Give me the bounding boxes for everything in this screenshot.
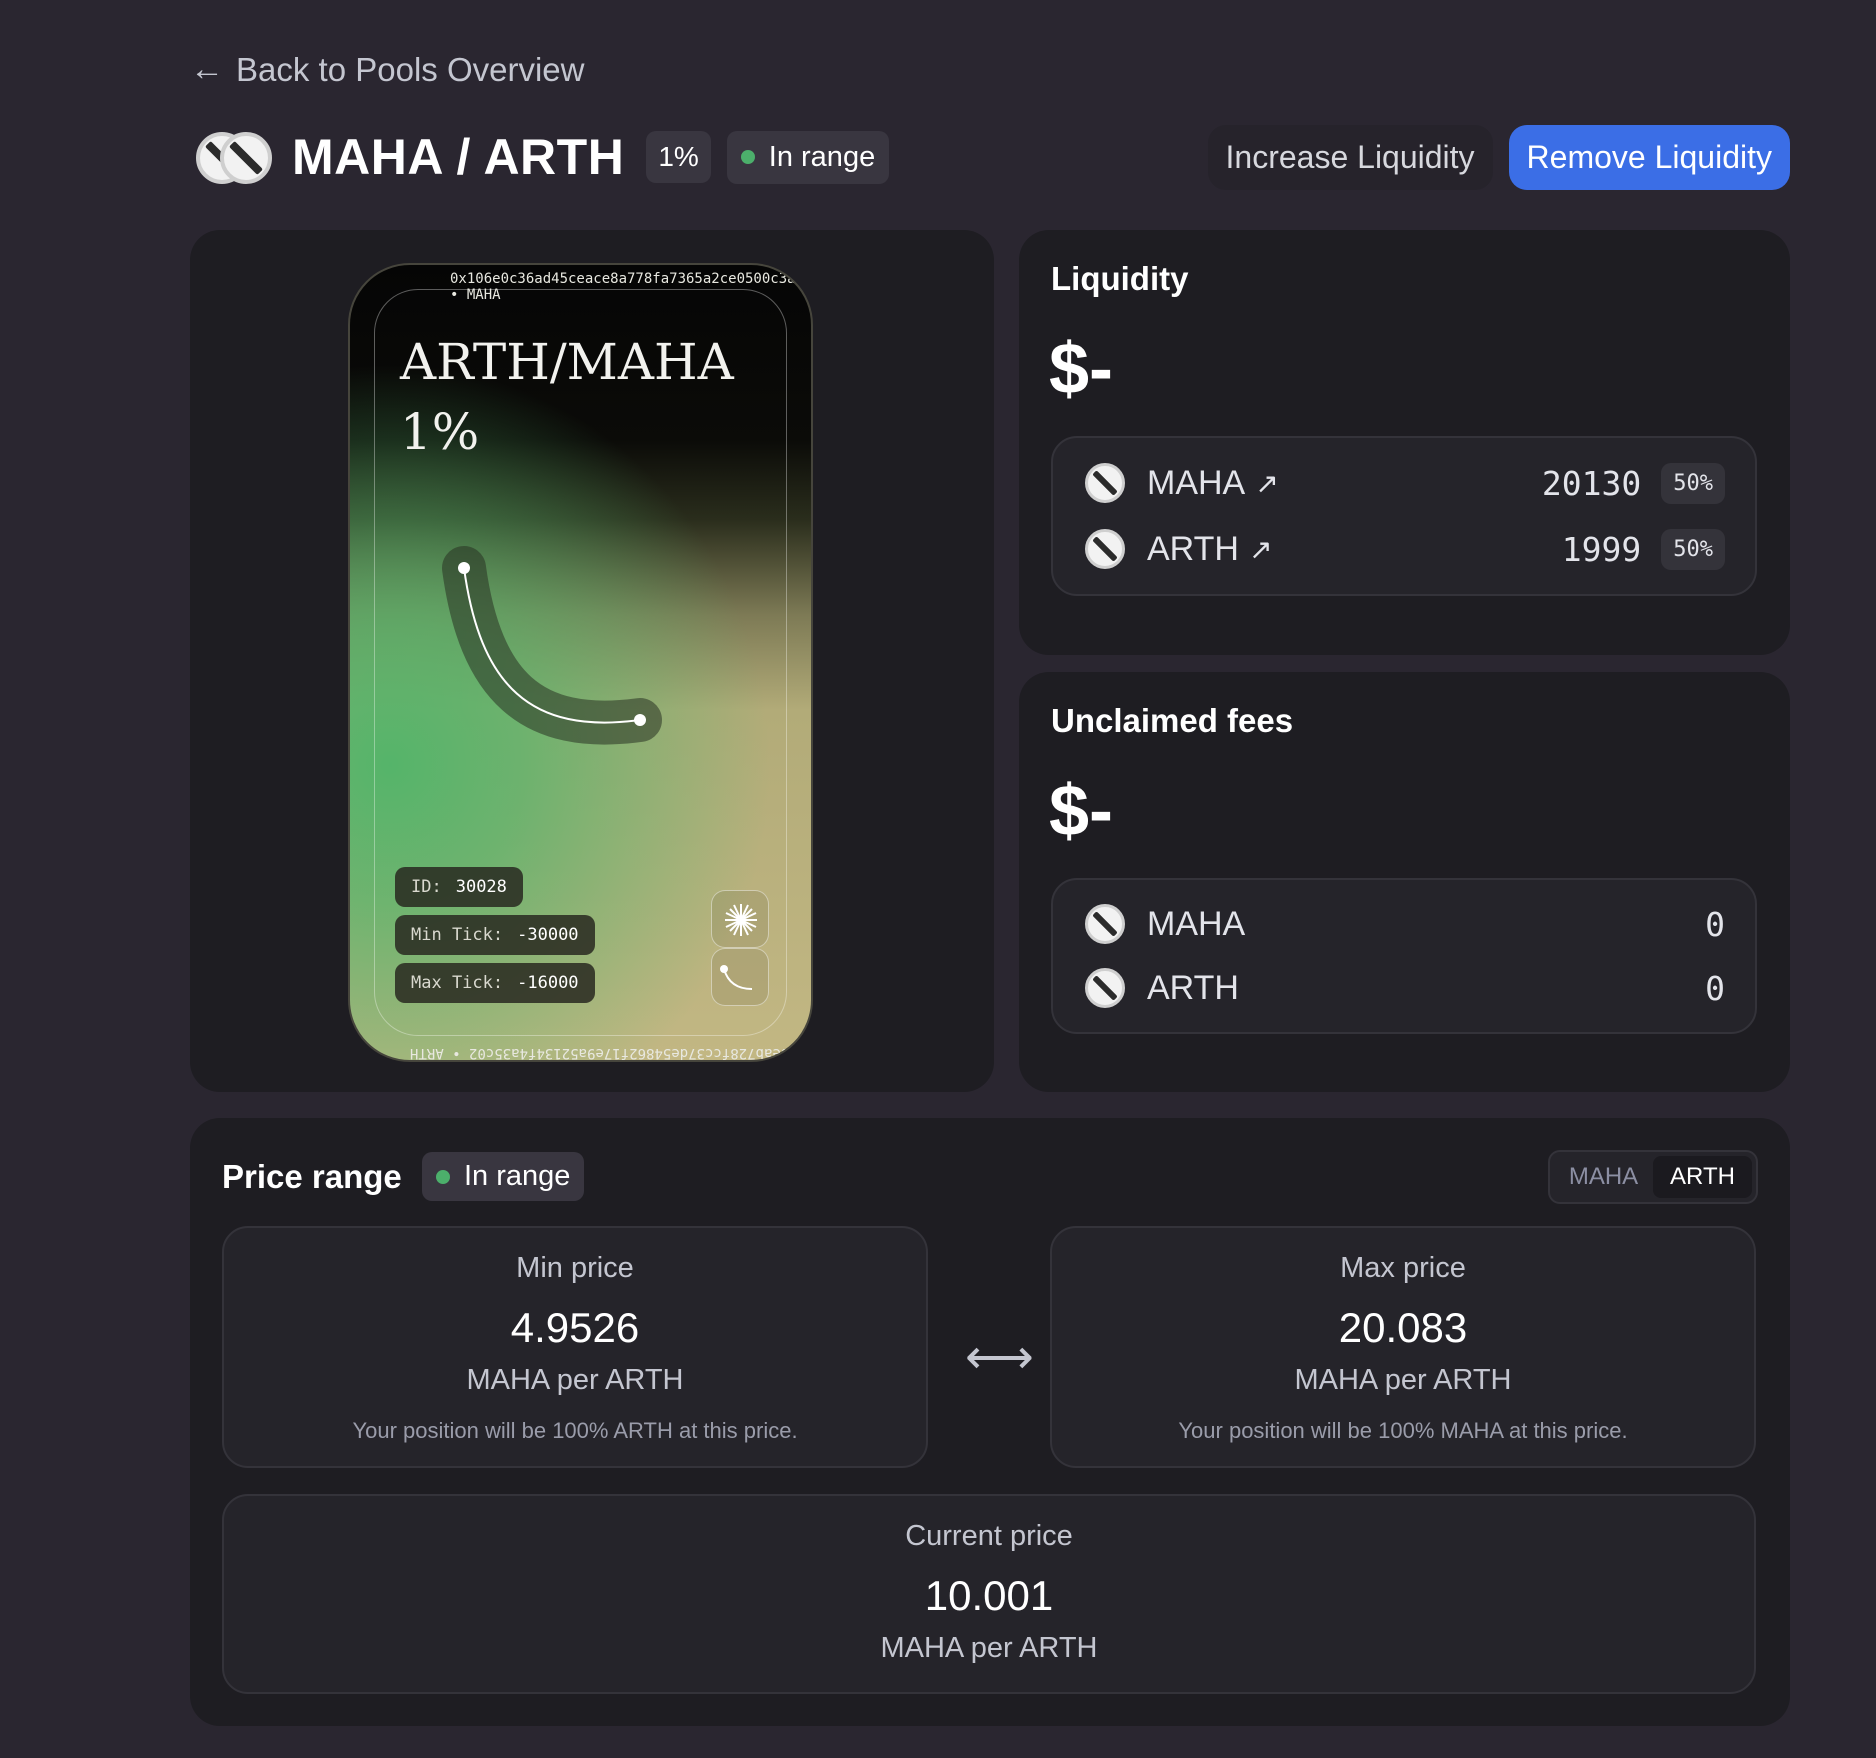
nft-min-tick-value: -30000 — [517, 925, 579, 945]
token-percent-badge: 50% — [1661, 462, 1725, 504]
fees-token-list: MAHA 0 ARTH 0 — [1051, 878, 1757, 1034]
nft-panel: 0x106e0c36ad45ceace8a778fa7365a2ce0500c3… — [190, 230, 994, 1092]
arth-token-icon — [1085, 529, 1125, 569]
list-item: ARTH 0 — [1085, 966, 1725, 1010]
list-item: MAHA 0 — [1085, 902, 1725, 946]
token-symbol: MAHA — [1147, 463, 1246, 502]
status-badge: In range — [422, 1152, 585, 1201]
min-price-label: Min price — [516, 1252, 634, 1284]
pair-icons — [196, 129, 272, 185]
nft-id-label: ID: — [411, 877, 442, 897]
fee-tier-badge: 1% — [646, 131, 711, 183]
toggle-maha[interactable]: MAHA — [1554, 1156, 1653, 1198]
external-link-icon[interactable]: ↗ — [1255, 467, 1278, 500]
liquidity-panel: Liquidity $- MAHA ↗ 20130 50% ARTH ↗ 199… — [1019, 230, 1790, 655]
min-price-value: 4.9526 — [510, 1304, 640, 1351]
unclaimed-fees-panel: Unclaimed fees $- MAHA 0 ARTH 0 — [1019, 672, 1790, 1092]
status-badge: In range — [726, 130, 890, 184]
in-range-dot-icon — [436, 1169, 450, 1184]
external-link-icon[interactable]: ↗ — [1249, 533, 1272, 566]
base-token-toggle: MAHA ARTH — [1548, 1150, 1758, 1204]
position-header: MAHA / ARTH 1% In range Increase Liquidi… — [196, 124, 1790, 190]
current-price-value: 10.001 — [924, 1572, 1054, 1619]
status-label: In range — [464, 1160, 571, 1192]
token-amount: 20130 — [1541, 463, 1642, 503]
maha-token-icon — [1085, 904, 1125, 944]
list-item: ARTH ↗ 1999 50% — [1085, 527, 1725, 571]
arth-token-icon — [220, 132, 272, 184]
nft-id-tag: ID: 30028 — [395, 867, 523, 907]
liquidity-value: $- — [1049, 329, 1114, 409]
liquidity-token-list: MAHA ↗ 20130 50% ARTH ↗ 1999 50% — [1051, 436, 1757, 596]
token-symbol: MAHA — [1147, 904, 1246, 943]
token-amount: 0 — [1705, 968, 1725, 1008]
nft-max-tick-value: -16000 — [517, 973, 579, 993]
increase-liquidity-button[interactable]: Increase Liquidity — [1207, 124, 1493, 190]
current-price-unit: MAHA per ARTH — [880, 1632, 1098, 1664]
arth-token-icon — [1085, 968, 1125, 1008]
min-price-unit: MAHA per ARTH — [466, 1364, 684, 1396]
max-price-value: 20.083 — [1338, 1304, 1468, 1351]
position-nft-card: 0x106e0c36ad45ceace8a778fa7365a2ce0500c3… — [348, 263, 813, 1062]
in-range-dot-icon — [740, 150, 755, 164]
toggle-arth[interactable]: ARTH — [1653, 1156, 1752, 1198]
max-price-card: Max price 20.083 MAHA per ARTH Your posi… — [1050, 1226, 1756, 1468]
back-to-pools-link[interactable]: ← Back to Pools Overview — [190, 50, 584, 89]
token-percent-badge: 50% — [1661, 528, 1725, 570]
curve-icon — [711, 948, 769, 1006]
nft-max-tick-label: Max Tick: — [411, 973, 504, 993]
max-price-note: Your position will be 100% MAHA at this … — [1178, 1418, 1628, 1443]
page-title: MAHA / ARTH — [292, 129, 625, 185]
current-price-card: Current price 10.001 MAHA per ARTH — [222, 1494, 1756, 1694]
min-price-note: Your position will be 100% ARTH at this … — [352, 1418, 798, 1443]
back-link-label: Back to Pools Overview — [236, 50, 585, 88]
list-item: MAHA ↗ 20130 50% — [1085, 461, 1725, 505]
max-price-label: Max price — [1340, 1252, 1466, 1284]
current-price-label: Current price — [905, 1520, 1073, 1552]
liquidity-title: Liquidity — [1051, 260, 1189, 297]
nft-min-tick-tag: Min Tick: -30000 — [395, 915, 595, 955]
price-range-panel: Price range In range MAHA ARTH Min price… — [190, 1118, 1790, 1726]
sparkle-icon — [711, 890, 769, 948]
swap-arrows-icon: ⟷ — [965, 1331, 1034, 1384]
unclaimed-fees-value: $- — [1049, 771, 1114, 851]
token-amount: 0 — [1705, 904, 1725, 944]
unclaimed-fees-title: Unclaimed fees — [1051, 702, 1294, 739]
nft-min-tick-label: Min Tick: — [411, 925, 504, 945]
min-price-card: Min price 4.9526 MAHA per ARTH Your posi… — [222, 1226, 928, 1468]
nft-max-tick-tag: Max Tick: -16000 — [395, 963, 595, 1003]
token-amount: 1999 — [1561, 529, 1642, 569]
max-price-unit: MAHA per ARTH — [1294, 1364, 1512, 1396]
arrow-left-icon: ← — [190, 50, 224, 88]
status-label: In range — [768, 140, 876, 173]
token-symbol: ARTH — [1147, 968, 1239, 1007]
token-symbol: ARTH — [1147, 529, 1239, 568]
nft-id-value: 30028 — [455, 877, 507, 897]
maha-token-icon — [1085, 463, 1125, 503]
price-range-title: Price range — [222, 1158, 402, 1195]
remove-liquidity-button[interactable]: Remove Liquidity — [1508, 124, 1790, 190]
